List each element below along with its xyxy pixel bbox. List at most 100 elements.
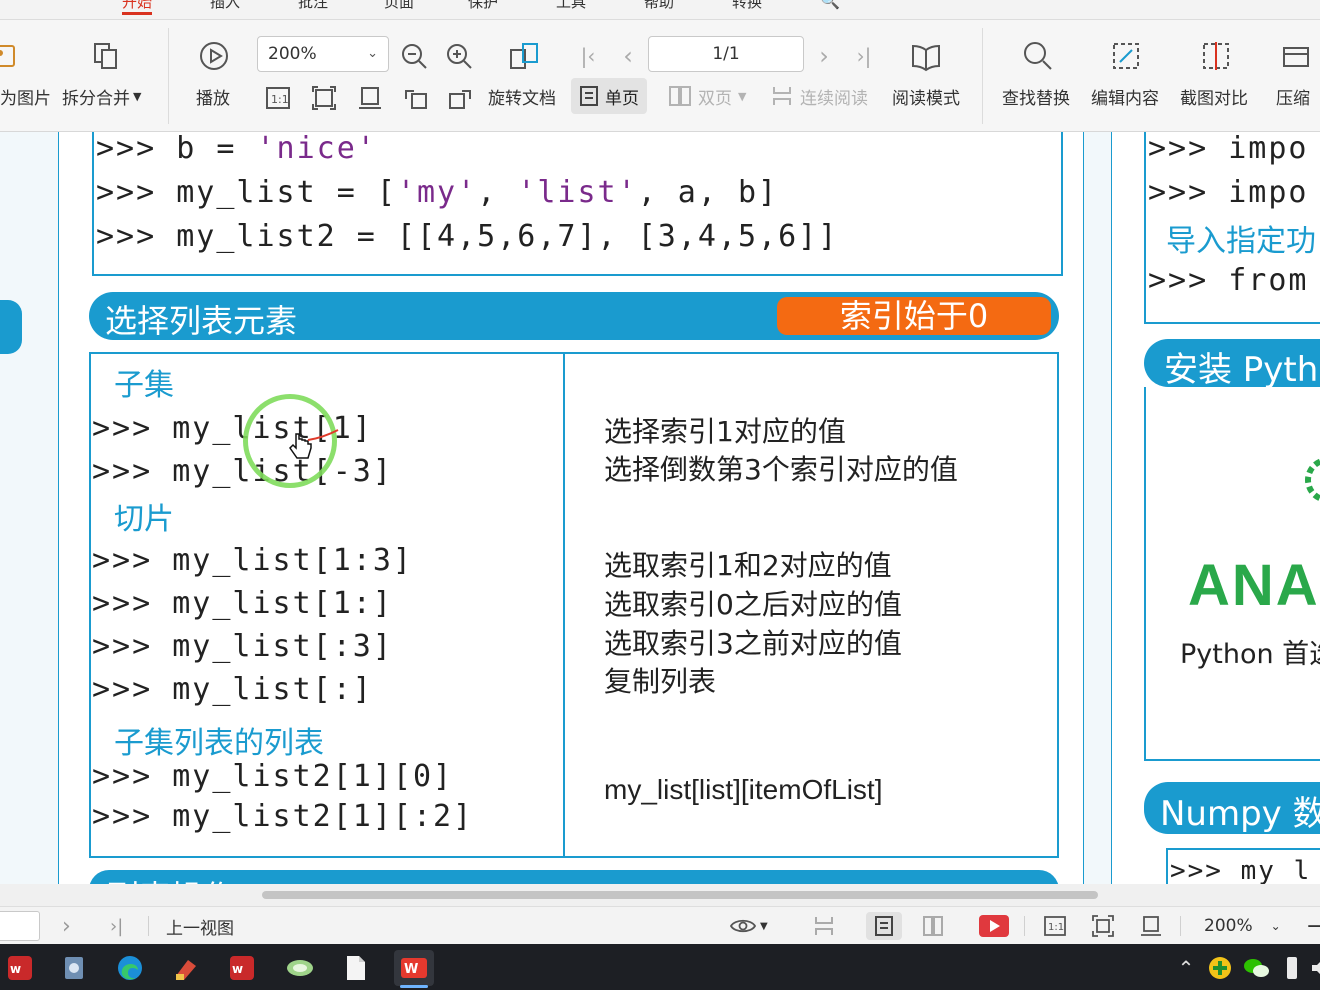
- status-zoom-select[interactable]: 200% ⌄: [1204, 907, 1281, 945]
- next-section-title: 列表操作: [107, 872, 235, 884]
- split-merge-button[interactable]: 拆分合并 ▼: [62, 78, 141, 114]
- menu-help[interactable]: 帮助: [644, 0, 674, 12]
- eye-icon: [730, 919, 756, 933]
- rotate-document-button[interactable]: 旋转文档: [488, 78, 556, 114]
- chevron-down-icon: ⌄: [367, 46, 378, 61]
- gadget-app-icon[interactable]: [54, 950, 94, 986]
- eye-protection-button[interactable]: ▼: [730, 907, 768, 945]
- double-page-label: 双页: [698, 88, 732, 109]
- edge-browser-icon[interactable]: [110, 950, 150, 986]
- document-viewport[interactable]: >>> b = 'nice' >>> my_list = ['my', 'lis…: [0, 132, 1320, 884]
- code-line: >>> my_list2 = [[4,5,6,7], [3,4,5,6]]: [96, 219, 839, 254]
- continuous-view-icon[interactable]: [812, 907, 836, 945]
- wps-office-app-icon[interactable]: W: [394, 950, 434, 988]
- menu-page[interactable]: 页面: [384, 0, 414, 12]
- red-annotation-stroke: [307, 429, 339, 441]
- horizontal-scrollbar[interactable]: [0, 884, 1320, 906]
- double-page-button[interactable]: 双页 ▼: [660, 78, 754, 114]
- description-text: 选取索引3之前对应的值: [604, 627, 902, 660]
- last-page-icon[interactable]: ›|: [848, 40, 880, 72]
- rotate-left-icon[interactable]: [402, 84, 430, 112]
- numpy-header: Numpy 数: [1144, 782, 1320, 834]
- rotate-right-icon[interactable]: [446, 84, 474, 112]
- nested-heading: 子集列表的列表: [114, 726, 324, 761]
- mouse-app-icon[interactable]: [280, 950, 320, 986]
- page-number-input[interactable]: 1/1: [648, 36, 804, 72]
- play-icon[interactable]: [978, 907, 1010, 945]
- split-merge-label: 拆分合并: [62, 88, 130, 109]
- menu-annotate[interactable]: 批注: [298, 0, 328, 12]
- rotate-document-icon: [508, 40, 540, 72]
- menu-protect[interactable]: 保护: [468, 0, 498, 12]
- numpy-title: Numpy 数: [1160, 794, 1320, 834]
- page-jump-input[interactable]: [0, 911, 40, 941]
- menu-home[interactable]: 开始: [122, 0, 153, 15]
- single-view-icon[interactable]: [874, 907, 894, 945]
- paint-app-icon[interactable]: [166, 950, 206, 986]
- actual-size-icon[interactable]: 1:1: [264, 84, 292, 112]
- status-bar: › ›| 上一视图 ▼ 1:1 200% ⌄ −: [0, 906, 1320, 944]
- screenshot-compare-icon: [1200, 40, 1232, 72]
- zoom-out-icon[interactable]: [398, 40, 430, 72]
- notepad-app-icon[interactable]: [336, 950, 376, 986]
- menu-search-icon[interactable]: 🔍: [820, 0, 840, 10]
- single-page-button[interactable]: 单页: [571, 78, 647, 114]
- search-icon: [1022, 40, 1054, 72]
- compress-button[interactable]: 压缩: [1276, 78, 1310, 114]
- fit-page-icon[interactable]: [310, 84, 338, 112]
- previous-view-button[interactable]: 上一视图: [166, 907, 234, 945]
- fit-width-icon[interactable]: [1140, 907, 1162, 945]
- next-page-icon[interactable]: ›: [808, 40, 840, 72]
- description-text: 选择索引1对应的值: [604, 415, 846, 448]
- menu-strip: 开始 插入 批注 页面 保护 工具 帮助 转换 🔍: [0, 0, 1320, 20]
- svg-text:1:1: 1:1: [271, 93, 289, 106]
- menu-convert[interactable]: 转换: [732, 0, 762, 12]
- actual-size-icon[interactable]: 1:1: [1044, 907, 1066, 945]
- code-line: >>> my_list[:3]: [92, 629, 393, 664]
- reading-mode-button[interactable]: 阅读模式: [892, 78, 960, 114]
- code-line: >>> from: [1148, 263, 1309, 298]
- continuous-reading-button[interactable]: 连续阅读: [762, 78, 876, 114]
- table-divider: [563, 352, 565, 858]
- code-line: >>> b = 'nice': [96, 132, 377, 166]
- separator: [148, 916, 149, 936]
- description-text: my_list[list][itemOfList]: [604, 774, 883, 805]
- chevron-down-icon: ▼: [760, 920, 768, 932]
- menu-insert[interactable]: 插入: [210, 0, 240, 12]
- svg-text:w: w: [10, 962, 21, 976]
- code-line: >>> impo: [1148, 132, 1309, 166]
- description-text: 选取索引1和2对应的值: [604, 549, 892, 582]
- next-page-icon[interactable]: ›: [62, 907, 71, 945]
- prev-page-icon[interactable]: ‹: [612, 40, 644, 72]
- security-tray-icon[interactable]: [1200, 950, 1240, 986]
- svg-text:W: W: [404, 962, 418, 977]
- double-view-icon[interactable]: [922, 907, 944, 945]
- fit-page-icon[interactable]: [1092, 907, 1114, 945]
- wps-writer-app-icon[interactable]: w: [0, 950, 40, 986]
- wechat-tray-icon[interactable]: [1236, 950, 1276, 986]
- first-page-icon[interactable]: |‹: [572, 40, 604, 72]
- screenshot-compare-button[interactable]: 截图对比: [1180, 78, 1248, 114]
- zoom-value: 200%: [268, 44, 317, 64]
- fit-width-icon[interactable]: [356, 84, 384, 112]
- zoom-out-icon[interactable]: −: [1306, 907, 1320, 945]
- reading-mode-icon: [910, 40, 942, 72]
- menu-tools[interactable]: 工具: [556, 0, 586, 12]
- code-line: >>> my_list = ['my', 'list', a, b]: [96, 175, 779, 210]
- edit-content-button[interactable]: 编辑内容: [1091, 78, 1159, 114]
- scrollbar-thumb[interactable]: [262, 891, 1098, 899]
- last-page-icon[interactable]: ›|: [110, 907, 123, 945]
- wps-pdf-app-icon[interactable]: w: [222, 950, 262, 986]
- volume-tray-icon[interactable]: [1300, 950, 1320, 986]
- find-replace-button[interactable]: 查找替换: [1002, 78, 1070, 114]
- next-section-header: 列表操作: [89, 870, 1059, 884]
- code-line: >>> impo: [1148, 175, 1309, 210]
- description-text: 复制列表: [604, 665, 717, 698]
- anaconda-wordmark: ANAC: [1188, 553, 1320, 618]
- to-image-button[interactable]: 为图片: [0, 78, 51, 114]
- play-button[interactable]: 播放: [196, 78, 230, 114]
- zoom-in-icon[interactable]: [443, 40, 475, 72]
- to-image-icon: [0, 40, 20, 72]
- single-page-label: 单页: [605, 88, 639, 109]
- zoom-select[interactable]: 200% ⌄: [257, 36, 389, 72]
